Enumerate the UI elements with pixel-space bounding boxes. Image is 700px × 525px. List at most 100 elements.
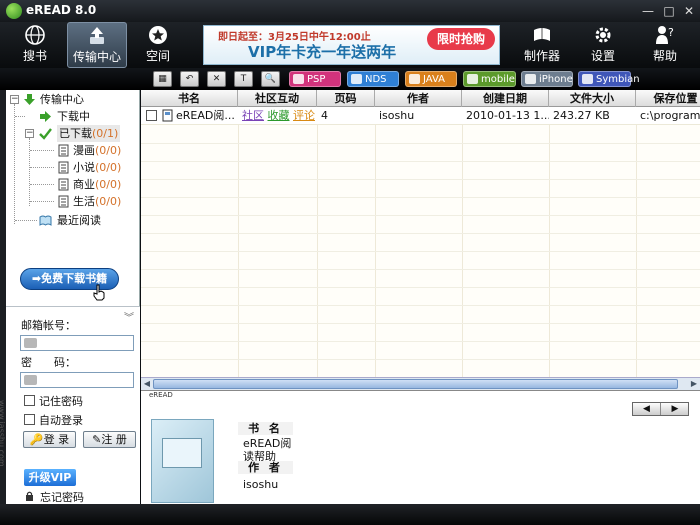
tree-item-recent-reading[interactable]: 最近阅读 [6, 212, 140, 229]
globe-icon [25, 25, 45, 45]
tree-item-life[interactable]: 生活(0/0) [6, 193, 140, 210]
close-button[interactable]: ✕ [681, 3, 697, 19]
document-icon [58, 144, 69, 157]
column-header-created[interactable]: 创建日期 [462, 90, 549, 107]
find-button[interactable]: 🔍 [261, 71, 280, 87]
register-button[interactable]: ✎注 册 [83, 431, 136, 448]
login-button[interactable]: 🔑登 录 [23, 431, 76, 448]
collapse-panel-icon[interactable]: ︾ [124, 309, 134, 324]
novels-text: 小说 [73, 161, 95, 174]
delete-button[interactable]: ✕ [207, 71, 226, 87]
tree-item-business[interactable]: 商业(0/0) [6, 176, 140, 193]
cell-title: eREAD阅... [176, 109, 235, 122]
scroll-right-icon[interactable]: ▶ [688, 378, 700, 390]
tree-line [15, 220, 37, 221]
tree-line [30, 184, 54, 185]
comics-text: 漫画 [73, 144, 95, 157]
filter-psp-label: PSP [307, 74, 326, 85]
document-icon [58, 161, 69, 174]
password-label: 密 码： [21, 356, 76, 369]
tree-line [30, 201, 54, 202]
collapse-toggle-icon[interactable]: − [25, 129, 34, 138]
login-panel: ︾ 邮箱帐号： 密 码： 记住密码 自动登录 🔑登 录 ✎注 册 升级VIP 忘… [6, 306, 140, 504]
maker-button[interactable]: 制作器 [520, 22, 564, 68]
remember-password-checkbox[interactable] [24, 395, 35, 406]
column-divider [549, 107, 550, 377]
iphone-icon [525, 74, 536, 84]
scroll-left-icon[interactable]: ◀ [141, 378, 153, 390]
filter-psp[interactable]: PSP [289, 71, 341, 87]
filter-nds[interactable]: NDS [347, 71, 399, 87]
hand-cursor-icon [93, 284, 105, 301]
column-header-author[interactable]: 作者 [375, 90, 462, 107]
tree-item-downloading[interactable]: 下载中 [6, 108, 140, 125]
favorite-link[interactable]: 收藏 [268, 109, 290, 122]
horizontal-scrollbar[interactable]: ◀ ▶ [141, 377, 700, 390]
settings-button[interactable]: 设置 [583, 22, 623, 68]
filter-mobile[interactable]: mobile [463, 71, 516, 87]
column-divider [317, 107, 318, 377]
svg-text:?: ? [668, 26, 674, 39]
next-book-button[interactable]: ▶ [661, 403, 689, 415]
promo-banner[interactable]: 即日起至：3月25日中午12:00止 VIP年卡充一年送两年 限时抢购 [203, 25, 500, 65]
tree-item-comics[interactable]: 漫画(0/0) [6, 142, 140, 159]
column-header-size[interactable]: 文件大小 [549, 90, 636, 107]
refresh-button[interactable]: ↶ [180, 71, 199, 87]
cell-created: 2010-01-13 1... [466, 109, 549, 122]
book-cover-image[interactable] [151, 419, 214, 503]
column-header-title[interactable]: 书名 [141, 90, 238, 107]
tree-item-novels[interactable]: 小说(0/0) [6, 159, 140, 176]
filter-java[interactable]: JAVA [405, 71, 457, 87]
search-books-button[interactable]: 搜书 [12, 22, 58, 68]
tree-label-recent-reading: 最近阅读 [57, 214, 101, 227]
password-field[interactable] [20, 372, 134, 388]
star-icon [149, 26, 167, 44]
upgrade-vip-button[interactable]: 升级VIP [24, 469, 76, 486]
row-checkbox[interactable] [146, 110, 157, 121]
grid-row-line [141, 359, 700, 360]
mobile-icon [467, 74, 478, 84]
email-field[interactable] [20, 335, 134, 351]
promo-buy-badge[interactable]: 限时抢购 [427, 28, 495, 50]
column-divider [462, 107, 463, 377]
filter-symbian[interactable]: Symbian [578, 71, 640, 87]
community-link[interactable]: 社区 [242, 109, 264, 122]
cell-author: isoshu [379, 109, 415, 122]
column-header-location[interactable]: 保存位置 [636, 90, 700, 107]
column-header-interaction[interactable]: 社区互动 [238, 90, 317, 107]
comment-link[interactable]: 评论 [293, 109, 315, 122]
psp-icon [293, 74, 304, 84]
auto-login-checkbox[interactable] [24, 414, 35, 425]
text-button[interactable]: T [234, 71, 253, 87]
prev-book-button[interactable]: ◀ [633, 403, 661, 415]
column-header-pages[interactable]: 页码 [317, 90, 375, 107]
maximize-button[interactable]: □ [661, 3, 677, 19]
space-button[interactable]: 空间 [136, 22, 180, 68]
help-label: 帮助 [652, 49, 677, 63]
grid-row-line [141, 143, 700, 144]
help-button[interactable]: ? 帮助 [645, 22, 685, 68]
grid-row-line [141, 323, 700, 324]
document-icon [58, 178, 69, 191]
grid-row-line [141, 251, 700, 252]
minimize-button[interactable]: — [640, 3, 656, 19]
scrollbar-thumb[interactable] [153, 379, 678, 389]
remember-password-label: 记住密码 [39, 395, 83, 408]
tree-item-downloaded[interactable]: − 已下载(0/1) [6, 125, 140, 142]
table-row[interactable]: eREAD阅... 社区 收藏 评论 4 isoshu 2010-01-13 1… [141, 107, 700, 125]
window-title: eREAD 8.0 [26, 3, 97, 17]
tree-item-transfer-center[interactable]: − 传输中心 [6, 91, 140, 108]
filter-iphone[interactable]: iPhone [521, 71, 573, 87]
ebook-file-icon [162, 109, 173, 122]
preview-section-label: eREAD [149, 391, 173, 399]
email-placeholder-icon [24, 338, 37, 348]
view-mode-button[interactable]: ▦ [153, 71, 172, 87]
collapse-toggle-icon[interactable]: − [10, 95, 19, 104]
open-book-icon [39, 215, 52, 226]
comics-count: (0/0) [95, 144, 122, 157]
grid-row-line [141, 197, 700, 198]
forgot-password-link[interactable]: 忘记密码 [40, 489, 84, 505]
transfer-center-button[interactable]: 传输中心 [67, 22, 127, 68]
search-books-label: 搜书 [22, 49, 47, 63]
left-panel: − 传输中心 下载中 − 已下载(0/1) 漫画(0/0) 小说(0/0) 商业… [6, 90, 140, 504]
